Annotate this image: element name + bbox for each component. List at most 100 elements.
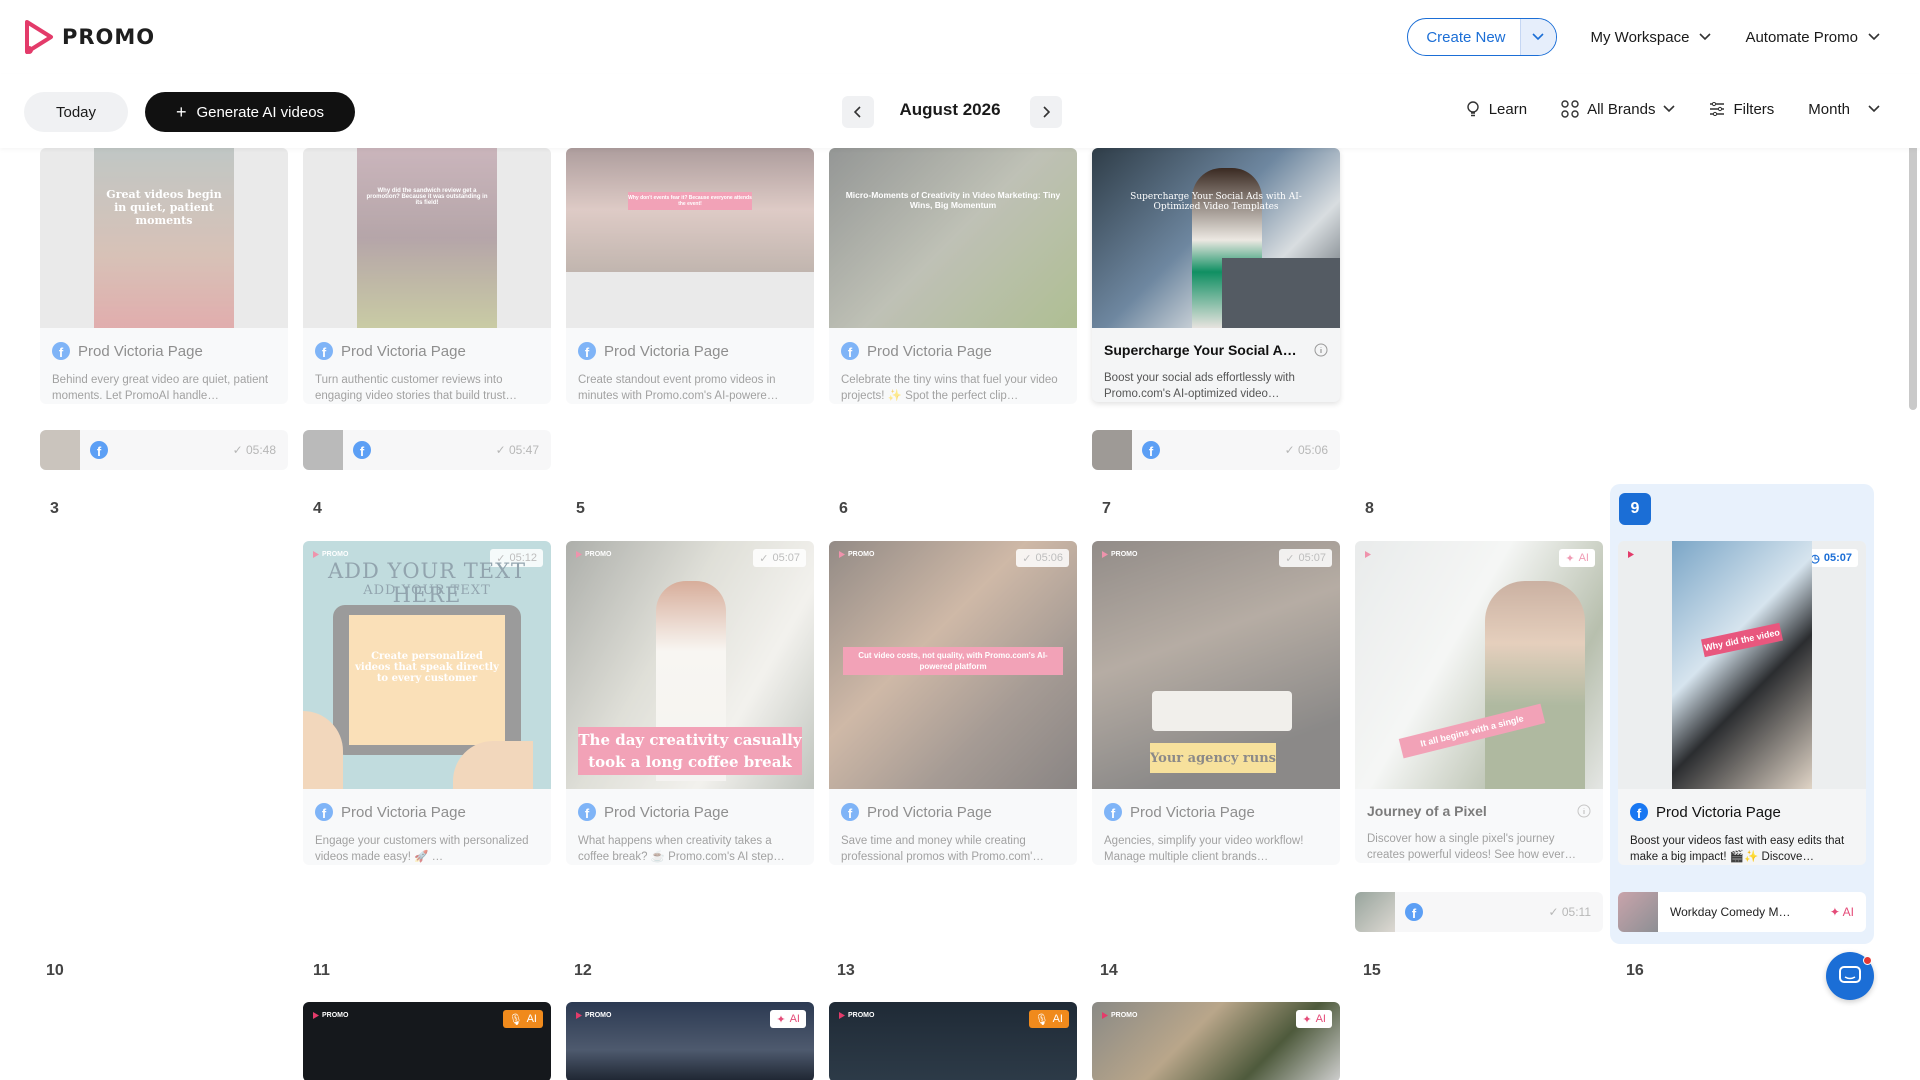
facebook-icon: f xyxy=(52,342,70,360)
all-brands-dropdown[interactable]: All Brands xyxy=(1561,100,1676,118)
generate-label: Generate AI videos xyxy=(196,103,325,121)
workspace-menu[interactable]: My Workspace xyxy=(1591,29,1712,46)
page-name: Prod Victoria Page xyxy=(1656,803,1781,821)
scheduled-thumbnail xyxy=(1355,892,1395,932)
scheduled-post[interactable]: Workday Comedy M… ✦ AI xyxy=(1618,892,1866,932)
post-card[interactable]: PROMO ✦ AI xyxy=(566,1002,814,1080)
chevron-down-icon xyxy=(1699,33,1712,41)
post-thumbnail[interactable]: Supercharge Your Social Ads with AI-Opti… xyxy=(1092,148,1340,328)
day-number[interactable]: 14 xyxy=(1100,962,1118,980)
facebook-icon: f xyxy=(841,803,859,821)
day-number[interactable]: 6 xyxy=(839,500,848,518)
today-button[interactable]: Today xyxy=(24,92,128,132)
current-month: August 2026 xyxy=(899,100,1001,119)
promo-watermark: PROMO xyxy=(1102,551,1137,558)
filters-button[interactable]: Filters xyxy=(1709,101,1774,118)
post-description: Boost your social ads effortlessly with … xyxy=(1104,372,1295,400)
facebook-icon: f xyxy=(353,441,371,459)
brands-grid-icon xyxy=(1561,100,1579,118)
day-number[interactable]: 4 xyxy=(313,500,322,518)
prev-month-button[interactable] xyxy=(842,96,874,128)
vertical-scrollbar[interactable] xyxy=(1904,140,1920,1080)
scheduled-post[interactable]: f ✓ 05:06 xyxy=(1092,430,1340,470)
generate-ai-videos-button[interactable]: + Generate AI videos xyxy=(145,92,355,132)
create-new-label[interactable]: Create New xyxy=(1408,19,1519,55)
post-card[interactable]: Micro-Moments of Creativity in Video Mar… xyxy=(829,148,1077,404)
post-thumbnail[interactable]: Why did the sandwich review get a promot… xyxy=(303,148,551,328)
view-mode-dropdown[interactable]: Month xyxy=(1808,101,1880,118)
post-card[interactable]: PROMO ✓ 05:07 Your agency runs f Prod Vic… xyxy=(1092,541,1340,865)
post-thumbnail[interactable]: Great videos begin in quiet, patient mom… xyxy=(40,148,288,328)
scheduled-post[interactable]: f ✓ 05:11 xyxy=(1355,892,1603,932)
day-number[interactable]: 11 xyxy=(313,962,330,980)
post-thumbnail[interactable]: PROMO ✓ 05:06 Cut video costs, not quali… xyxy=(829,541,1077,789)
post-card[interactable]: PROMO ✓ 05:07 The day creativity casuall… xyxy=(566,541,814,865)
promo-logo[interactable]: PROMO xyxy=(24,20,155,54)
info-icon[interactable] xyxy=(1577,804,1591,818)
scheduled-time: ✓ 05:48 xyxy=(232,443,276,457)
post-card[interactable]: PROMO ✦ AI xyxy=(1092,1002,1340,1080)
info-icon[interactable] xyxy=(1314,343,1328,357)
post-description: Save time and money while creating profe… xyxy=(841,835,1044,863)
post-thumbnail[interactable]: PROMO ✓ 05:07 Your agency runs xyxy=(1092,541,1340,789)
post-description: Engage your customers with personalized … xyxy=(315,835,529,863)
ai-badge: ✦ AI xyxy=(1296,1010,1332,1028)
lightbulb-icon xyxy=(1467,101,1479,117)
promo-watermark xyxy=(1628,551,1634,558)
promo-watermark: PROMO xyxy=(1102,1012,1137,1019)
post-card[interactable]: ✦ AI It all begins with a single Journey… xyxy=(1355,541,1603,863)
page-name: Prod Victoria Page xyxy=(78,342,203,360)
post-card[interactable]: PROMO 🎙 AI xyxy=(303,1002,551,1080)
scheduled-time-badge: ◷ 05:07 xyxy=(1804,549,1858,567)
automate-promo-menu[interactable]: Automate Promo xyxy=(1745,29,1880,46)
thumbnail-overlay-text: Cut video costs, not quality, with Promo… xyxy=(843,647,1063,675)
day-number[interactable]: 15 xyxy=(1363,962,1381,980)
facebook-icon: f xyxy=(1104,803,1122,821)
filter-sliders-icon xyxy=(1710,102,1725,116)
learn-label: Learn xyxy=(1488,100,1528,118)
facebook-icon: f xyxy=(1405,903,1423,921)
today-day-number[interactable]: 9 xyxy=(1619,493,1651,525)
day-number[interactable]: 10 xyxy=(46,962,64,980)
post-card[interactable]: PROMO ✓ 05:12 ADD YOUR TEXT HERE ADD YOU… xyxy=(303,541,551,865)
post-description: Behind every great video are quiet, pati… xyxy=(52,374,269,402)
post-card[interactable]: Great videos begin in quiet, patient mom… xyxy=(40,148,288,404)
post-card[interactable]: Supercharge Your Social Ads with AI-Opti… xyxy=(1092,148,1340,402)
thumbnail-overlay-text: Micro-Moments of Creativity in Video Mar… xyxy=(845,190,1061,210)
day-number[interactable]: 16 xyxy=(1626,962,1644,980)
facebook-icon: f xyxy=(1630,803,1648,821)
create-new-button[interactable]: Create New xyxy=(1407,18,1557,56)
post-card[interactable]: ◷ 05:07 Why did the video f Prod Victoria… xyxy=(1618,541,1866,865)
create-new-dropdown[interactable] xyxy=(1519,19,1556,55)
scheduled-post[interactable]: f ✓ 05:48 xyxy=(40,430,288,470)
post-thumbnail[interactable]: Why don't events fear it? Because everyo… xyxy=(566,148,814,328)
learn-button[interactable]: Learn xyxy=(1465,100,1527,118)
day-number[interactable]: 8 xyxy=(1365,500,1374,518)
post-thumbnail[interactable]: ✦ AI It all begins with a single xyxy=(1355,541,1603,789)
scrollbar-thumb[interactable] xyxy=(1909,140,1917,410)
day-number[interactable]: 5 xyxy=(576,500,585,518)
post-card[interactable]: PROMO ✓ 05:06 Cut video costs, not quali… xyxy=(829,541,1077,865)
page-name: Prod Victoria Page xyxy=(341,803,466,821)
post-card[interactable]: Why don't events fear it? Because everyo… xyxy=(566,148,814,404)
day-number[interactable]: 7 xyxy=(1102,500,1111,518)
scheduled-thumbnail xyxy=(1092,430,1132,470)
post-description: What happens when creativity takes a cof… xyxy=(578,835,785,863)
facebook-icon: f xyxy=(315,342,333,360)
chevron-down-icon xyxy=(1868,33,1880,41)
chevron-down-icon xyxy=(1663,105,1676,113)
post-thumbnail[interactable]: PROMO ✓ 05:07 The day creativity casuall… xyxy=(566,541,814,789)
promo-logo-icon xyxy=(25,20,53,54)
day-number[interactable]: 13 xyxy=(837,962,855,980)
post-thumbnail[interactable]: PROMO ✓ 05:12 ADD YOUR TEXT HERE ADD YOU… xyxy=(303,541,551,789)
support-chat-button[interactable] xyxy=(1826,952,1874,1000)
post-thumbnail[interactable]: ◷ 05:07 Why did the video xyxy=(1618,541,1866,789)
scheduled-post[interactable]: f ✓ 05:47 xyxy=(303,430,551,470)
day-number[interactable]: 3 xyxy=(50,500,59,518)
post-card[interactable]: Why did the sandwich review get a promot… xyxy=(303,148,551,404)
post-card[interactable]: PROMO 🎙 AI xyxy=(829,1002,1077,1080)
next-month-button[interactable] xyxy=(1030,96,1062,128)
day-number[interactable]: 12 xyxy=(574,962,592,980)
thumbnail-overlay-text: Supercharge Your Social Ads with AI-Opti… xyxy=(1130,192,1302,212)
post-thumbnail[interactable]: Micro-Moments of Creativity in Video Mar… xyxy=(829,148,1077,328)
